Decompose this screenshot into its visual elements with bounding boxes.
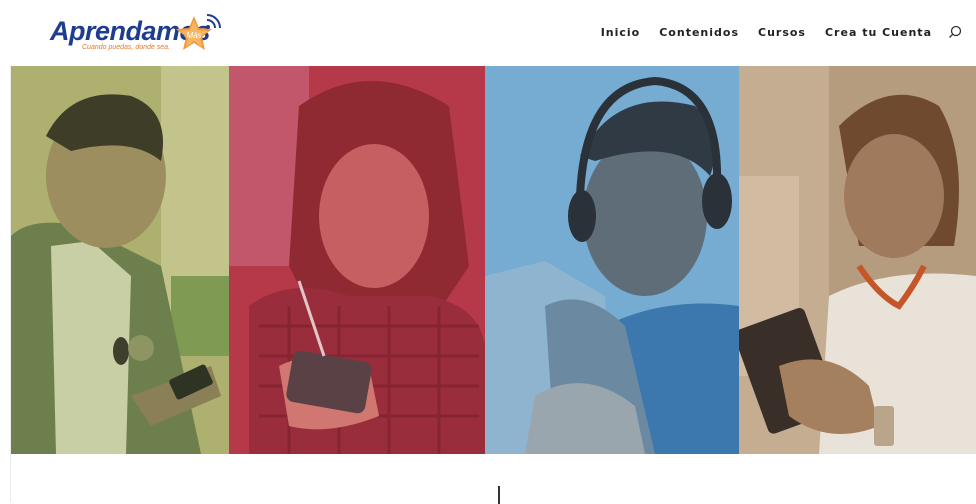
woman-phone-image — [229, 66, 485, 454]
text-cursor-mark — [498, 486, 500, 504]
hero-panel-man-headphones — [485, 66, 739, 454]
search-icon[interactable] — [948, 25, 962, 39]
logo-tagline: Cuando puedas, donde sea. — [82, 44, 170, 51]
man-phone-image — [11, 66, 229, 454]
nav-item-inicio[interactable]: Inicio — [601, 26, 641, 39]
nav-item-crea-tu-cuenta[interactable]: Crea tu Cuenta — [825, 26, 932, 39]
nav-item-cursos[interactable]: Cursos — [758, 26, 806, 39]
nav-item-contenidos[interactable]: Contenidos — [659, 26, 739, 39]
hero-banner — [11, 66, 976, 454]
site-header: Aprendamos Más Cuando puedas, donde sea.… — [0, 0, 976, 66]
logo-star-icon: Más — [176, 14, 221, 50]
site-logo[interactable]: Aprendamos Más Cuando puedas, donde sea. — [48, 10, 238, 56]
hero-panel-man-phone — [11, 66, 229, 454]
man-headphones-image — [485, 66, 739, 454]
hero-panel-woman-tablet — [739, 66, 976, 454]
woman-tablet-image — [739, 66, 976, 454]
logo-badge-text: Más — [186, 31, 201, 40]
hero-panel-woman-phone — [229, 66, 485, 454]
main-nav: Inicio Contenidos Cursos Crea tu Cuenta — [582, 25, 962, 39]
